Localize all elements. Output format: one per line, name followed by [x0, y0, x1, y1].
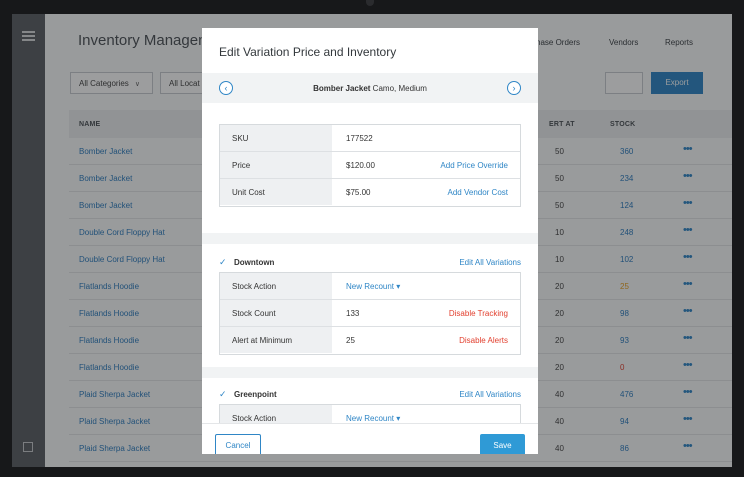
stock-action-select[interactable]: New Recount ▾ [346, 282, 400, 291]
location-header-downtown: ✓ Downtown Edit All Variations [219, 254, 521, 274]
disable-tracking-link[interactable]: Disable Tracking [449, 309, 508, 318]
modal-footer: Cancel Save [202, 423, 538, 454]
alert-minimum-value[interactable]: 25 [346, 336, 355, 345]
checkmark-icon[interactable]: ✓ [219, 389, 229, 399]
chevron-down-icon: ▾ [396, 282, 401, 291]
save-button[interactable]: Save [480, 434, 525, 454]
variant-option: Camo, Medium [372, 84, 427, 93]
variant-item: Bomber Jacket [313, 84, 371, 93]
camera [366, 0, 374, 6]
details-table: SKU 177522 Price $120.00 Add Price Overr… [219, 124, 521, 207]
stock-action-label: Stock Action [220, 273, 332, 299]
stock-count-row: Stock Count 133 Disable Tracking [220, 300, 520, 327]
price-value[interactable]: $120.00 [346, 161, 375, 170]
section-divider [202, 233, 538, 244]
modal-title: Edit Variation Price and Inventory [219, 45, 397, 59]
sku-row: SKU 177522 [220, 125, 520, 152]
stock-action-label: Stock Action [220, 405, 332, 423]
stock-action-row: Stock Action New Recount ▾ [220, 405, 520, 423]
add-price-override-link[interactable]: Add Price Override [440, 161, 508, 170]
cancel-button[interactable]: Cancel [215, 434, 261, 454]
edit-all-variations-link[interactable]: Edit All Variations [459, 258, 521, 267]
unit-cost-row: Unit Cost $75.00 Add Vendor Cost [220, 179, 520, 206]
edit-variation-modal: Edit Variation Price and Inventory ‹ Bom… [202, 28, 538, 454]
stock-action-value: New Recount [346, 414, 395, 423]
checkmark-icon[interactable]: ✓ [219, 257, 229, 267]
sku-value[interactable]: 177522 [346, 134, 373, 143]
greenpoint-inventory-table: Stock Action New Recount ▾ [219, 404, 521, 423]
stock-action-value: New Recount [346, 282, 395, 291]
edit-all-variations-link[interactable]: Edit All Variations [459, 390, 521, 399]
variant-switcher: ‹ Bomber Jacket Camo, Medium › [202, 73, 538, 103]
stock-action-select[interactable]: New Recount ▾ [346, 414, 400, 423]
location-name: Greenpoint [234, 390, 277, 399]
stock-action-row: Stock Action New Recount ▾ [220, 273, 520, 300]
alert-minimum-label: Alert at Minimum [220, 327, 332, 353]
stock-count-value[interactable]: 133 [346, 309, 359, 318]
chevron-down-icon: ▾ [396, 414, 401, 423]
disable-alerts-link[interactable]: Disable Alerts [459, 336, 508, 345]
location-name: Downtown [234, 258, 275, 267]
section-divider [202, 367, 538, 378]
stock-count-label: Stock Count [220, 300, 332, 326]
sku-label: SKU [220, 125, 332, 151]
downtown-inventory-table: Stock Action New Recount ▾ Stock Count 1… [219, 272, 521, 355]
price-row: Price $120.00 Add Price Override [220, 152, 520, 179]
screen: Inventory Managem hase Orders Vendors Re… [12, 14, 732, 467]
price-label: Price [220, 152, 332, 178]
alert-minimum-row: Alert at Minimum 25 Disable Alerts [220, 327, 520, 354]
next-variant-icon[interactable]: › [507, 81, 521, 95]
unit-cost-label: Unit Cost [220, 179, 332, 205]
tablet-frame: Inventory Managem hase Orders Vendors Re… [0, 0, 744, 477]
add-vendor-cost-link[interactable]: Add Vendor Cost [448, 188, 508, 197]
modal-body[interactable]: SKU 177522 Price $120.00 Add Price Overr… [202, 103, 538, 423]
variant-name: Bomber Jacket Camo, Medium [202, 84, 538, 93]
location-header-greenpoint: ✓ Greenpoint Edit All Variations [219, 386, 521, 406]
unit-cost-value[interactable]: $75.00 [346, 188, 370, 197]
